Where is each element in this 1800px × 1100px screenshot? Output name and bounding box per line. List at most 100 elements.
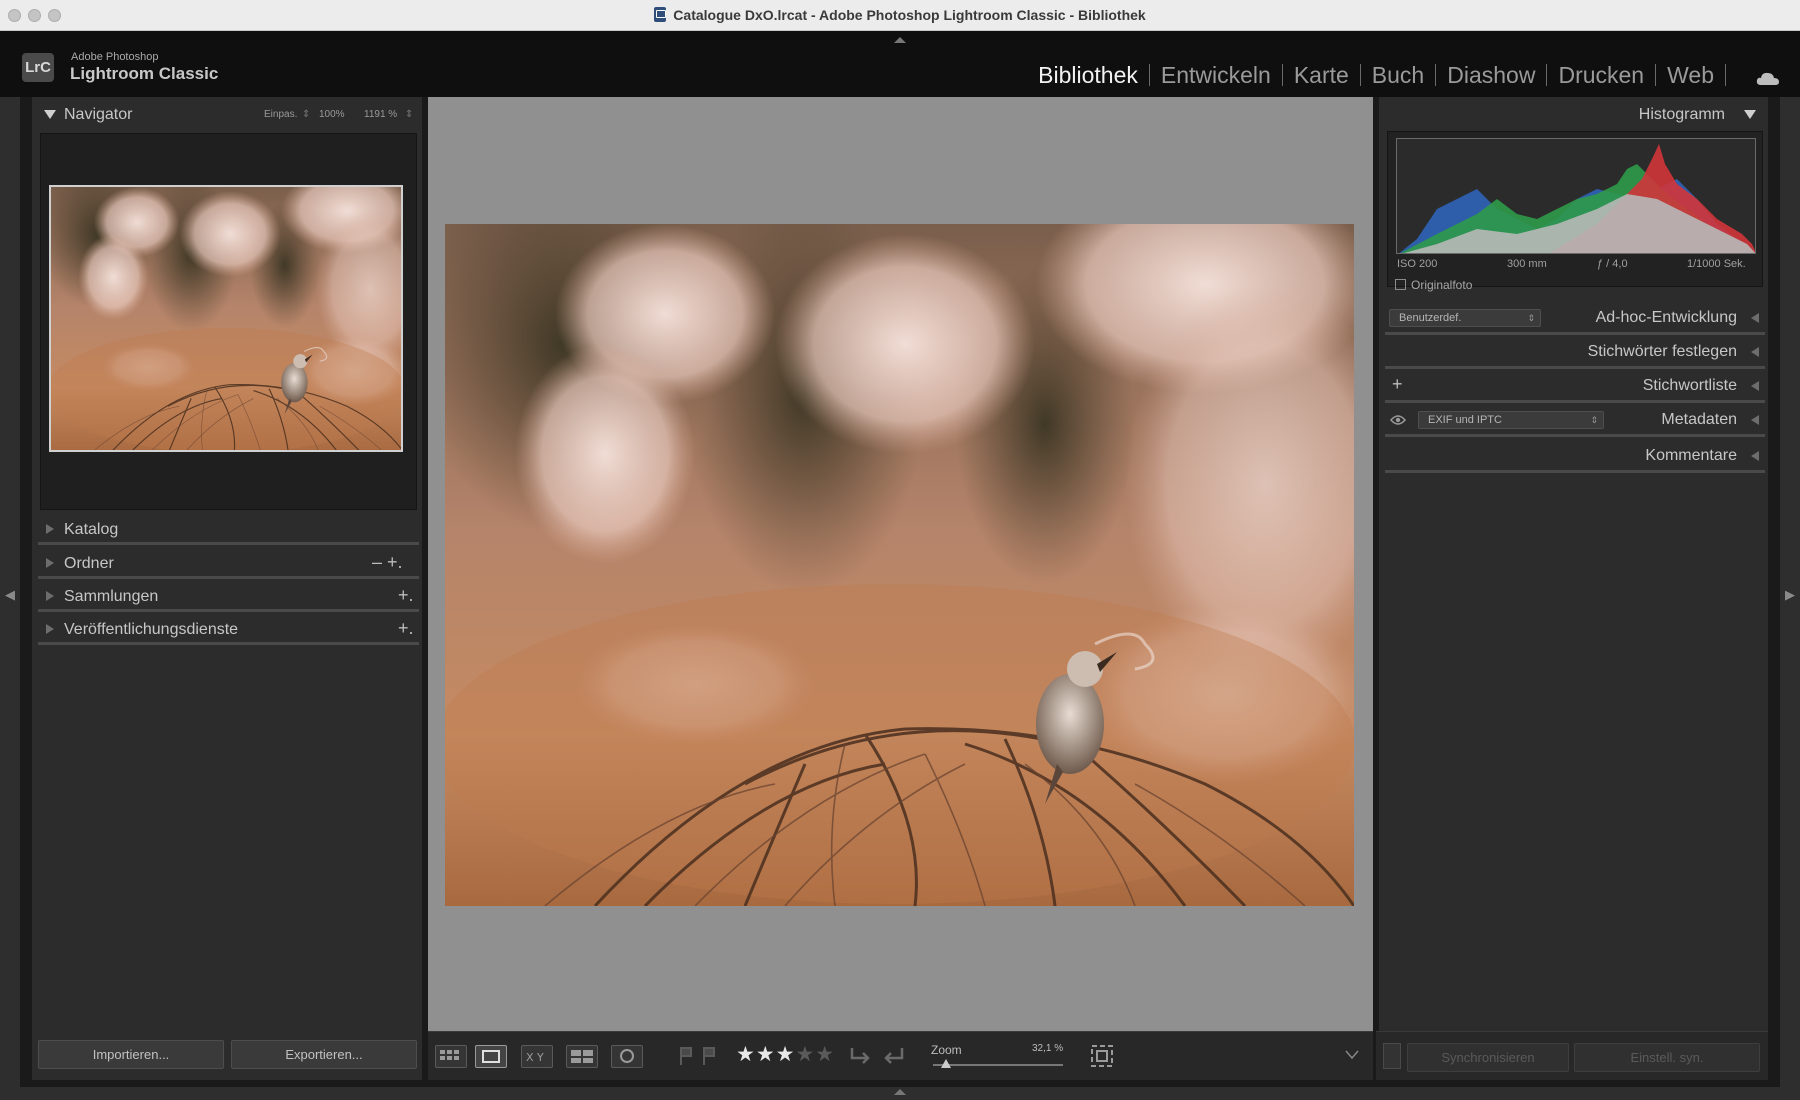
filmstrip-toggle-icon[interactable] [894,1089,906,1095]
sync-settings-button[interactable]: Einstell. syn. [1574,1043,1760,1072]
module-buch[interactable]: Buch [1361,61,1435,89]
add-collection-button[interactable]: +. [398,585,414,606]
left-panel-toggle-strip[interactable]: ◀ [0,97,20,1087]
compare-view-icon[interactable]: X Y [521,1045,553,1068]
main-photo[interactable] [445,224,1354,906]
histogram-title[interactable]: Histogramm [1639,106,1725,124]
navigator-thumbnail[interactable] [49,185,403,452]
original-photo-toggle[interactable]: Originalfoto [1395,278,1472,292]
module-picker: Bibliothek Entwickeln Karte Buch Diashow… [1027,61,1726,89]
lightroom-logo-icon: LrC [22,53,54,82]
svg-text:X Y: X Y [526,1051,544,1064]
import-button[interactable]: Importieren... [38,1040,224,1069]
histogram-chart [1399,144,1755,253]
document-icon [654,7,667,22]
stepper-arrows-icon: ⇕ [1590,415,1598,425]
expand-triangle-icon[interactable] [1751,451,1759,461]
histogram-panel: ISO 200 300 mm ƒ / 4,0 1/1000 Sek. Origi… [1387,131,1763,292]
stepper-arrows-icon: ⇕ [1527,313,1535,323]
quick-develop-preset-select[interactable]: Benutzerdef. ⇕ [1389,309,1541,327]
window-title: Catalogue DxO.lrcat - Adobe Photoshop Li… [0,7,1800,23]
quick-develop-section-header[interactable]: Benutzerdef. ⇕ Ad-hoc-Entwicklung [1385,303,1765,335]
expand-triangle-icon[interactable] [1751,381,1759,391]
library-toolbar: X Y ★★★★★ Zoom 32,1 % [428,1031,1373,1080]
expand-triangle-icon[interactable] [46,591,54,601]
navigator-header[interactable]: Navigator Einpas. ⇕ 100% 1191 % ⇕ [32,97,425,131]
keyword-list-section-header[interactable]: + Stichwortliste [1385,371,1765,403]
eye-icon[interactable] [1390,414,1406,426]
survey-view-icon[interactable] [566,1045,598,1068]
module-drucken[interactable]: Drucken [1547,61,1655,89]
right-panel-toggle-icon[interactable]: ▶ [1785,587,1795,603]
stepper-arrows-icon[interactable]: ⇕ [405,109,413,120]
left-panel: Navigator Einpas. ⇕ 100% 1191 % ⇕ Katalo… [32,97,425,1080]
right-panel-toggle-strip[interactable]: ▶ [1780,97,1800,1087]
loupe-view-icon[interactable] [475,1045,507,1068]
window-titlebar: Catalogue DxO.lrcat - Adobe Photoshop Li… [0,0,1800,31]
loupe-view [428,97,1373,1031]
module-bibliothek[interactable]: Bibliothek [1027,61,1149,89]
flag-pick-icon[interactable] [676,1045,696,1067]
ordner-actions[interactable]: – +. [372,552,403,573]
star-rating-filled[interactable]: ★★★ [736,1043,795,1066]
grid-view-icon[interactable] [435,1045,467,1068]
zoom-slider-track[interactable] [933,1064,1063,1066]
module-web[interactable]: Web [1656,61,1725,89]
synchronize-button[interactable]: Synchronisieren [1407,1043,1569,1072]
flag-reject-icon[interactable] [700,1045,718,1067]
zoom-slider-thumb[interactable] [941,1059,951,1068]
original-photo-label: Originalfoto [1411,278,1473,292]
ordner-section-header[interactable]: Ordner – +. [38,549,419,579]
crop-overlay-icon[interactable] [1089,1043,1115,1069]
checkbox-icon[interactable] [1395,279,1406,290]
sammlungen-label: Sammlungen [64,588,159,605]
bird-photo-image [445,224,1354,906]
histogram-graph[interactable] [1396,138,1756,254]
publish-services-section-header[interactable]: Veröffentlichungsdienste +. [38,615,419,645]
star-rating-empty[interactable]: ★★ [795,1043,835,1066]
exif-focal-length: 300 mm [1507,258,1547,270]
module-entwickeln[interactable]: Entwickeln [1150,61,1282,89]
auto-sync-switch[interactable] [1383,1043,1401,1069]
collapse-triangle-icon[interactable] [44,110,56,119]
cloud-sync-icon[interactable] [1756,71,1780,85]
katalog-section-header[interactable]: Katalog [38,515,419,545]
rotate-right-icon[interactable] [880,1044,906,1068]
window-title-text: Catalogue DxO.lrcat - Adobe Photoshop Li… [673,7,1146,23]
expand-triangle-icon[interactable] [46,524,54,534]
sammlungen-section-header[interactable]: Sammlungen +. [38,582,419,612]
katalog-label: Katalog [64,521,119,538]
zoom-option-custom[interactable]: 1191 % [364,109,397,120]
expand-triangle-icon[interactable] [46,558,54,568]
expand-triangle-icon[interactable] [46,624,54,634]
export-button[interactable]: Exportieren... [231,1040,417,1069]
top-panel-toggle-icon[interactable] [894,37,906,43]
people-view-icon[interactable] [611,1045,643,1068]
collapse-triangle-icon[interactable] [1744,110,1756,119]
metadata-label: Metadaten [1661,411,1737,428]
module-separator [1725,64,1726,86]
zoom-option-fit[interactable]: Einpas. [264,109,297,120]
bird-photo-thumbnail-image [51,187,401,450]
add-publish-service-button[interactable]: +. [398,618,414,639]
comments-section-header[interactable]: Kommentare [1385,441,1765,473]
star-rating[interactable]: ★★★★★ [736,1042,835,1067]
add-keyword-button[interactable]: + [1392,374,1403,395]
expand-triangle-icon[interactable] [1751,347,1759,357]
keyword-list-label: Stichwortliste [1642,377,1737,394]
metadata-preset-select[interactable]: EXIF und IPTC ⇕ [1418,411,1604,429]
metadata-section-header[interactable]: EXIF und IPTC ⇕ Metadaten [1385,405,1765,437]
zoom-option-100[interactable]: 100% [319,109,345,120]
right-panel: Histogramm ISO 200 300 mm ƒ / 4,0 1/1000… [1376,97,1768,1080]
module-diashow[interactable]: Diashow [1436,61,1546,89]
expand-triangle-icon[interactable] [1751,415,1759,425]
left-panel-toggle-icon[interactable]: ◀ [5,587,15,603]
keywording-section-header[interactable]: Stichwörter festlegen [1385,337,1765,369]
publish-services-label: Veröffentlichungsdienste [64,621,239,638]
metadata-preset-value: EXIF und IPTC [1428,414,1502,426]
module-karte[interactable]: Karte [1283,61,1360,89]
zoom-value: 32,1 % [1032,1043,1064,1054]
rotate-left-icon[interactable] [848,1044,874,1068]
toolbar-options-chevron-icon[interactable] [1345,1050,1359,1060]
expand-triangle-icon[interactable] [1751,313,1759,323]
